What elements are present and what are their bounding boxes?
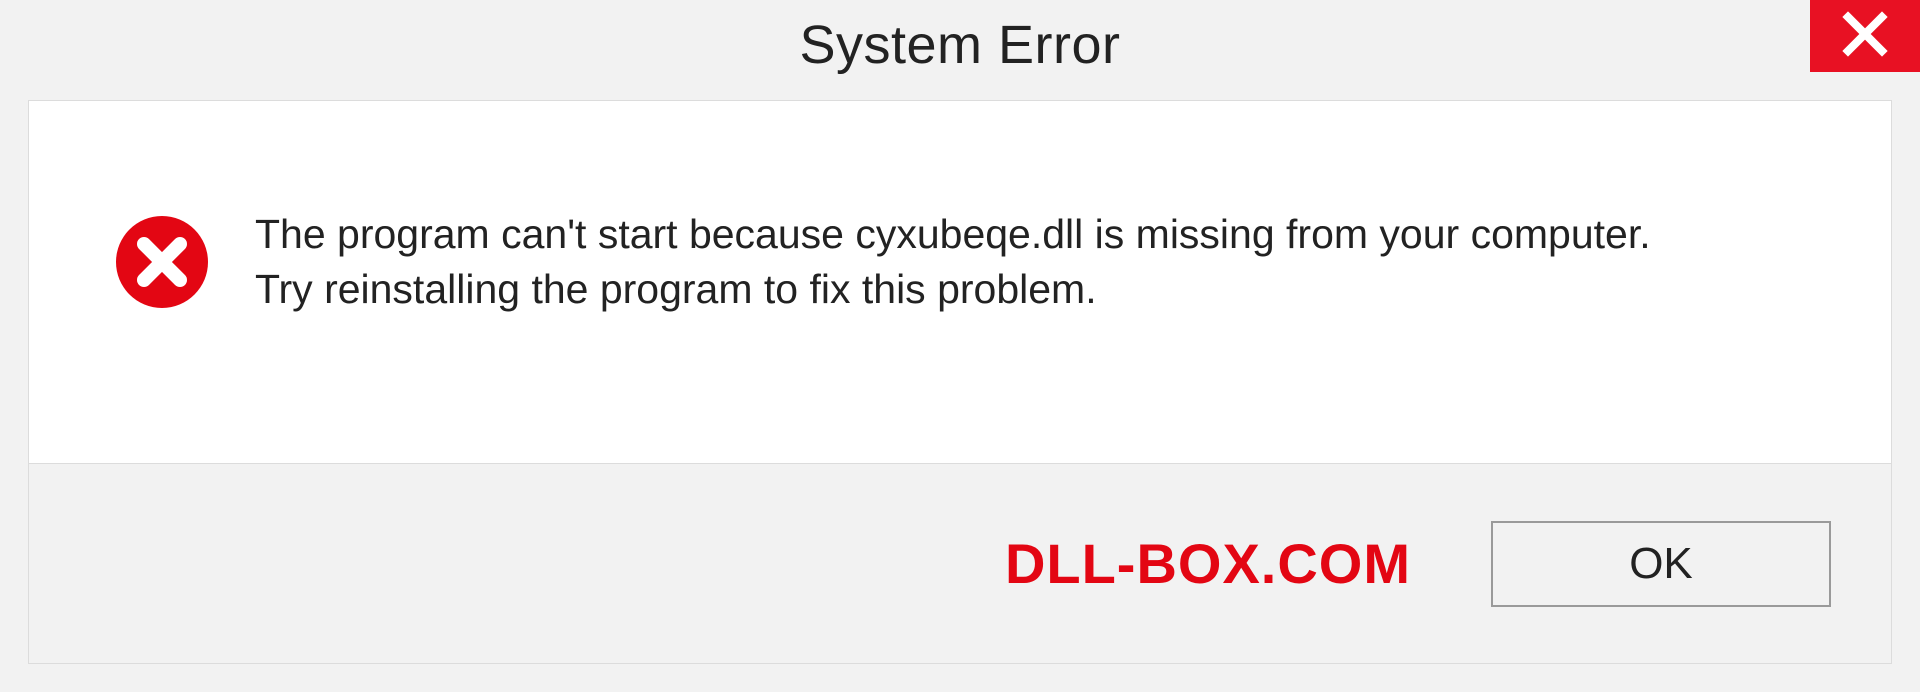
message-panel: The program can't start because cyxubeqe… [28, 100, 1892, 464]
message-text: The program can't start because cyxubeqe… [255, 207, 1831, 318]
close-button[interactable] [1810, 0, 1920, 72]
message-line-1: The program can't start because cyxubeqe… [255, 207, 1831, 262]
dialog-title: System Error [799, 14, 1120, 76]
close-icon [1842, 11, 1888, 62]
message-line-2: Try reinstalling the program to fix this… [255, 262, 1831, 317]
error-icon [114, 214, 210, 310]
titlebar: System Error [0, 0, 1920, 90]
dialog-footer: DLL-BOX.COM OK [28, 464, 1892, 664]
ok-button[interactable]: OK [1491, 521, 1831, 607]
brand-watermark: DLL-BOX.COM [1005, 531, 1411, 596]
